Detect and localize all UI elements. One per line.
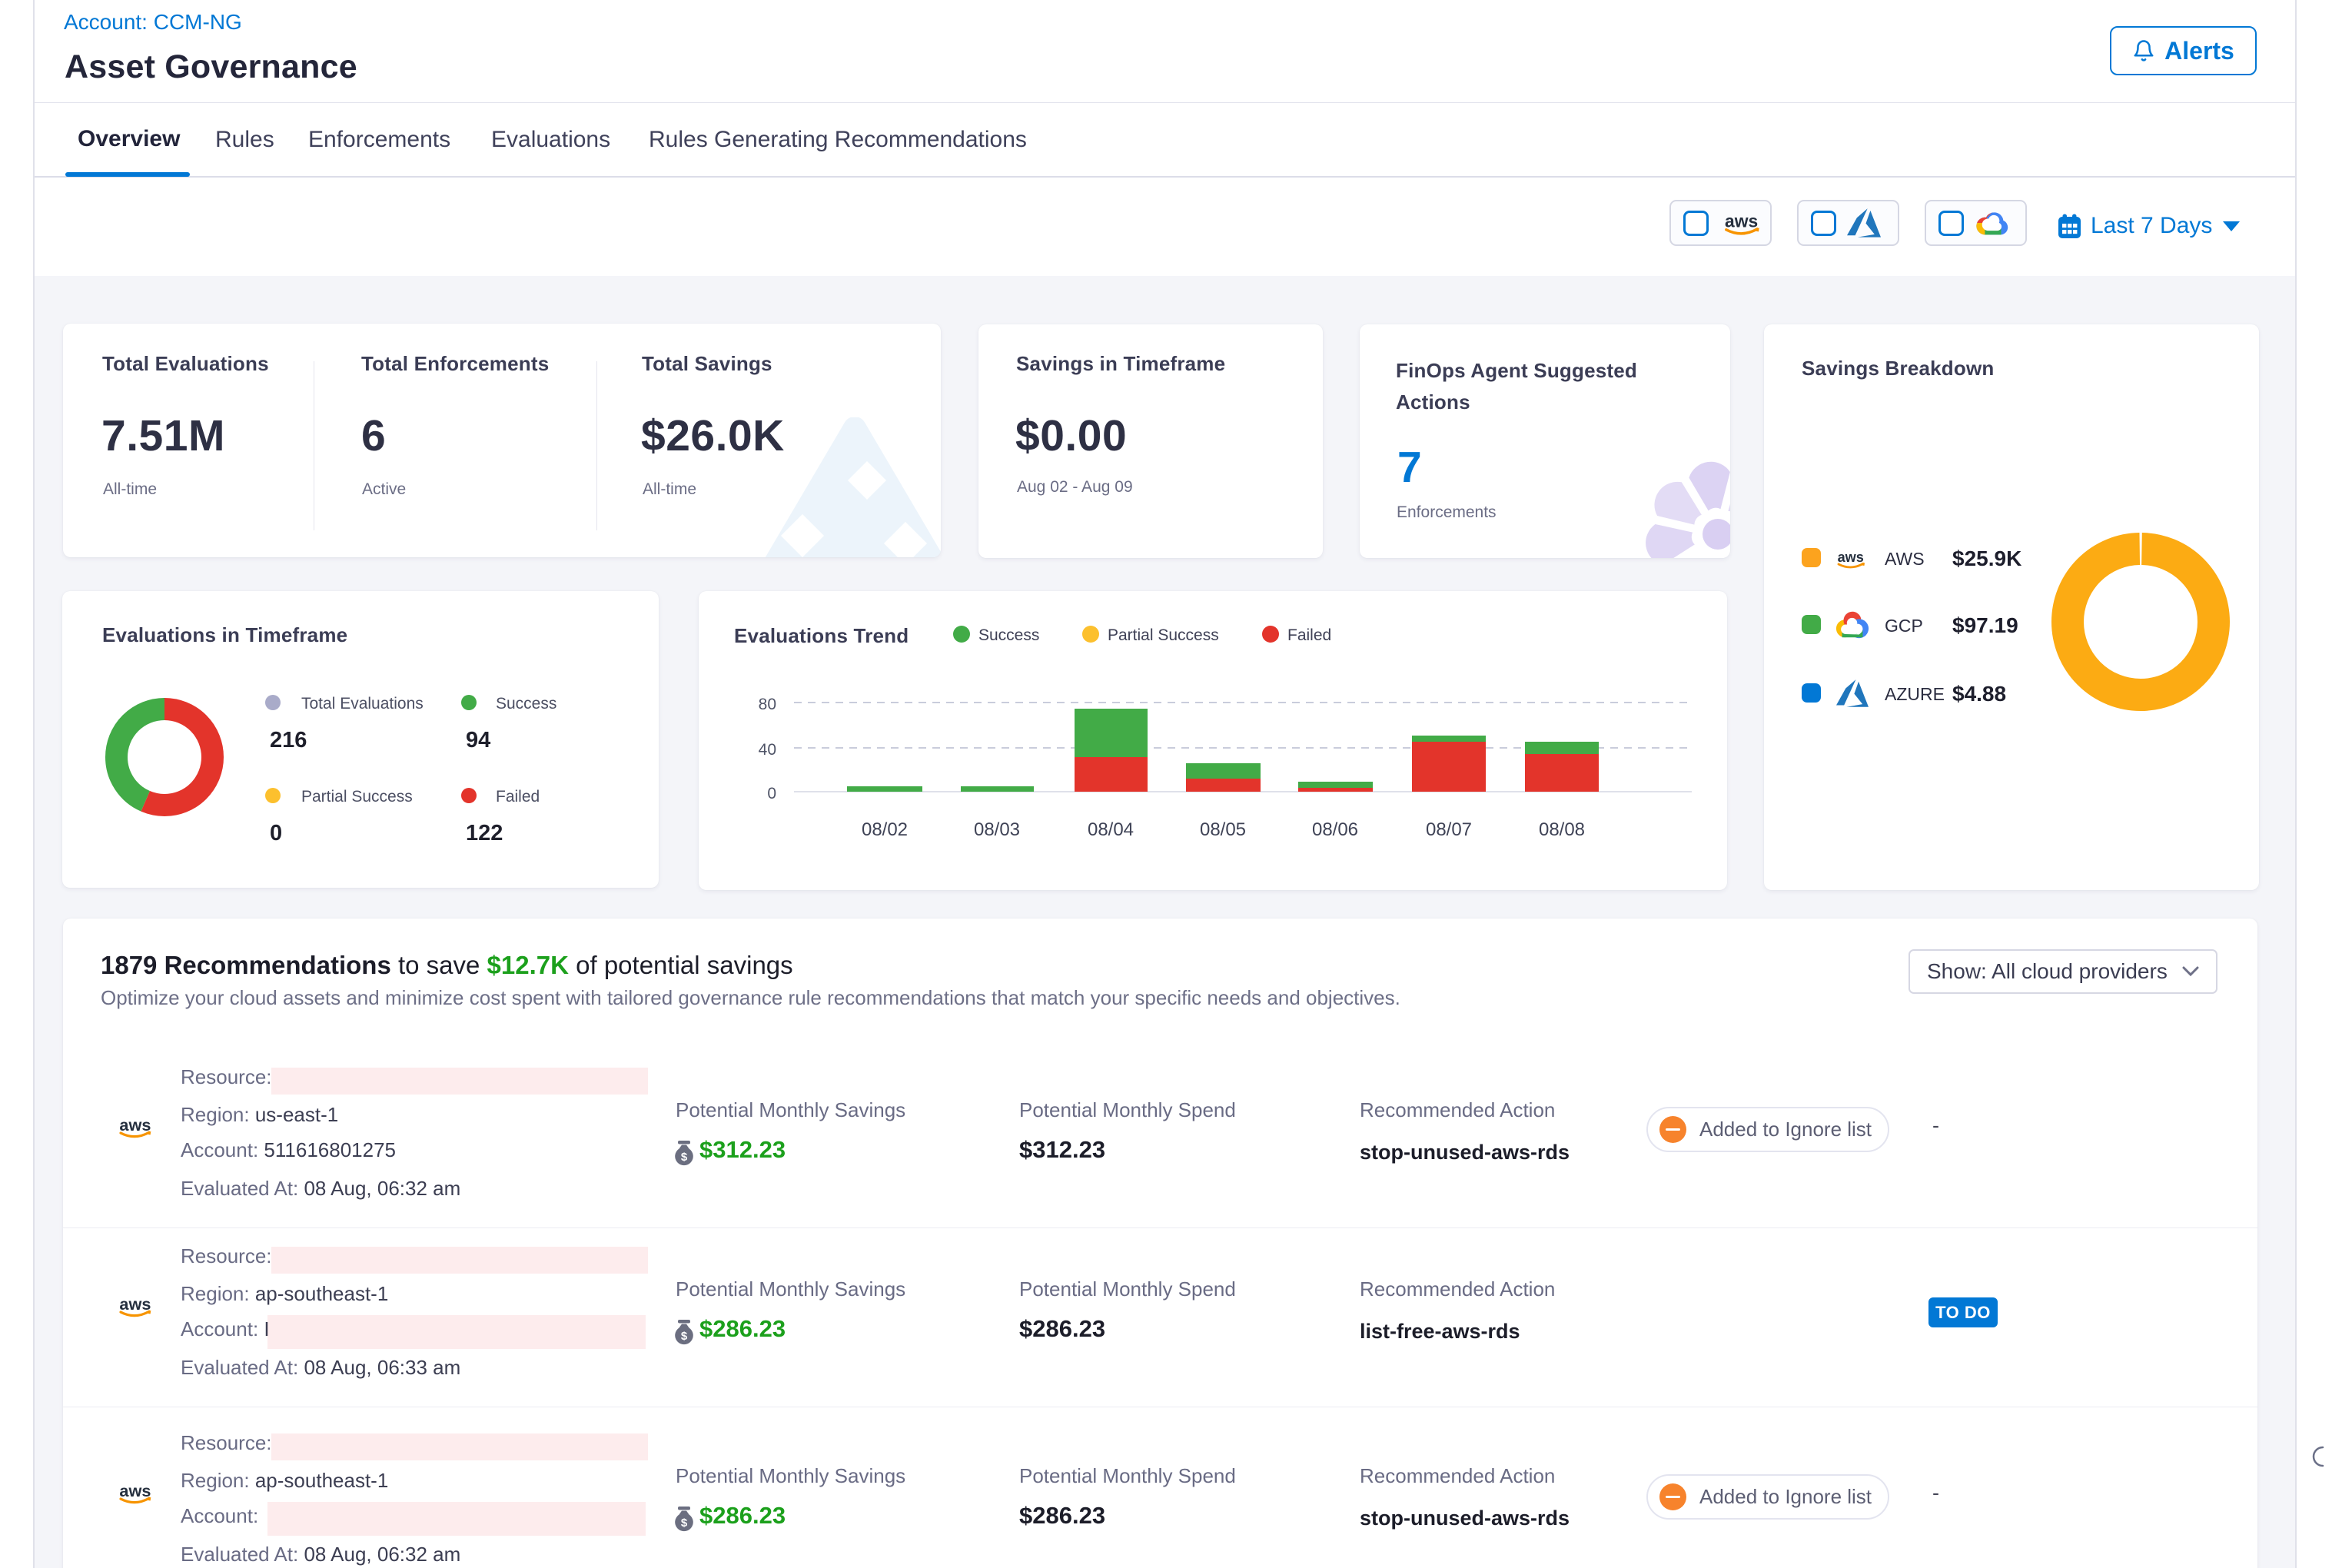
svg-text:0: 0 xyxy=(767,785,776,802)
svg-text:08/07: 08/07 xyxy=(1426,819,1472,840)
svg-text:aws: aws xyxy=(119,1294,151,1314)
svg-text:40: 40 xyxy=(759,741,776,759)
svg-text:$: $ xyxy=(681,1517,688,1530)
svg-text:08/08: 08/08 xyxy=(1539,819,1585,840)
svg-text:08/05: 08/05 xyxy=(1200,819,1246,840)
svg-text:$: $ xyxy=(681,1151,688,1164)
svg-text:$: $ xyxy=(681,1330,688,1343)
svg-text:08/04: 08/04 xyxy=(1088,819,1134,840)
svg-text:80: 80 xyxy=(759,696,776,713)
svg-text:08/02: 08/02 xyxy=(862,819,908,840)
svg-text:aws: aws xyxy=(119,1115,151,1134)
svg-text:aws: aws xyxy=(1725,211,1758,231)
svg-text:aws: aws xyxy=(1838,550,1864,565)
svg-text:08/06: 08/06 xyxy=(1312,819,1358,840)
svg-text:08/03: 08/03 xyxy=(974,819,1020,840)
svg-text:aws: aws xyxy=(119,1481,151,1500)
